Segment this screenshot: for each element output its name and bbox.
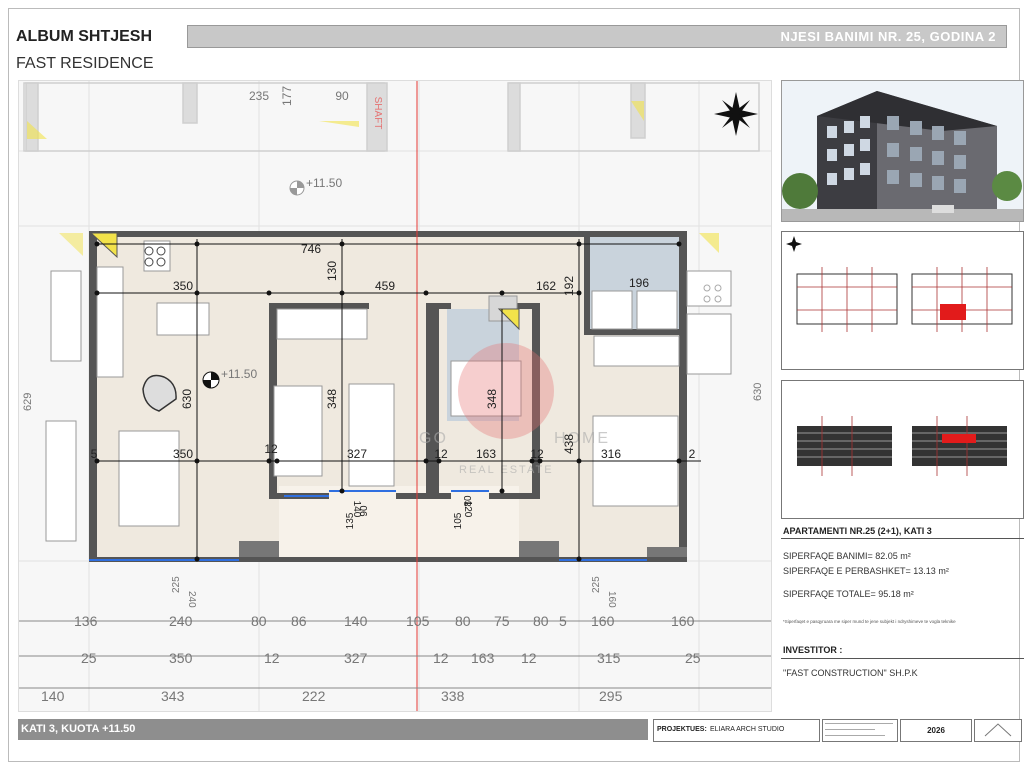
bottom-row3-2: 222 [302,688,326,704]
bottom-row3-0: 140 [41,688,65,704]
bottom-row3-1: 343 [161,688,185,704]
bottom-row2-2: 12 [264,650,280,666]
dim-348-a: 348 [325,389,339,409]
dim-350-mid: 350 [173,447,193,461]
dim-12-b: 12 [434,447,448,461]
divider [781,538,1024,539]
dim-746: 746 [301,242,321,256]
bottom-row2-0: 25 [81,650,97,666]
bottom-row2-7: 315 [597,650,621,666]
highlight-unit [940,304,966,320]
bottom-dim-225-a: 225 [171,576,182,593]
dim-2: 2 [689,447,696,461]
title-block-projektues: PROJEKTUES: ELIARA ARCH STUDIO [653,719,820,742]
dim-5: 5 [91,447,98,461]
investor-name: "FAST CONSTRUCTION" SH.P.K [783,668,918,678]
dim-327: 327 [347,447,367,461]
dim-350-top: 350 [173,279,193,293]
dim-162: 162 [536,279,556,293]
floor-label: KATI 3, KUOTA +11.50 [21,723,136,735]
dim-192: 192 [562,276,576,296]
dim-316: 316 [601,447,621,461]
upper-floor-outline [23,82,760,152]
bottom-row1-10: 160 [591,613,615,629]
unit-header-bar: NJESI BANIMI NR. 25, GODINA 2 [187,25,1007,48]
dim-348-b: 348 [485,389,499,409]
dim-130: 130 [325,261,339,281]
projektues-label: PROJEKTUES: [657,726,707,733]
unit-label: NJESI BANIMI NR. 25, GODINA 2 [780,29,996,44]
side-dim-right: 630 [752,383,764,401]
watermark-sub: REAL ESTATE [459,464,554,476]
bottom-row1-1: 240 [169,613,193,629]
bottom-row1-3: 86 [291,613,307,629]
top-dim-177: 177 [280,86,294,106]
dim-196: 196 [629,276,649,290]
dim-135: 135 [345,512,356,529]
key-plan-section [781,380,1024,519]
bottom-dim-160: 160 [606,591,617,608]
dim-459: 459 [375,279,395,293]
bottom-row3-3: 338 [441,688,465,704]
top-dim-235: 235 [249,89,269,103]
side-dim-left: 629 [22,393,34,411]
title-block-logo [974,719,1022,742]
floor-plan: 235 177 90 SHAFT +11.50 GO HOME REAL EST… [18,80,772,712]
level-symbol-main [202,371,220,389]
top-dim-90: 90 [335,89,349,103]
dim-80: 80 [463,495,474,507]
divider [781,658,1024,659]
dim-438: 438 [562,434,576,454]
building-rendering [781,80,1024,222]
highlight-floor [942,434,976,443]
dim-12-c: 12 [530,447,544,461]
level-symbol-upper [289,180,305,196]
title-block-year: 2026 [900,719,972,742]
bottom-row2-3: 327 [344,650,368,666]
bottom-row2-4: 12 [433,650,449,666]
level-upper: +11.50 [306,176,342,190]
dim-12-a: 12 [264,442,278,456]
bottom-row2-1: 350 [169,650,193,666]
bottom-row2-5: 163 [471,650,495,666]
floor-level-bar: KATI 3, KUOTA +11.50 [18,719,648,740]
area-total: SIPERFAQE TOTALE= 95.18 m² [783,589,914,599]
bottom-row3-4: 295 [599,688,623,704]
project-name: FAST RESIDENCE [16,55,154,72]
dim-90: 90 [359,505,370,517]
bottom-row2-8: 25 [685,650,701,666]
bottom-row1-2: 80 [251,613,267,629]
key-plan-floor [781,231,1024,370]
album-title: ALBUM SHTJESH [16,28,153,45]
bottom-row1-5: 105 [406,613,430,629]
bottom-row1-8: 80 [533,613,549,629]
north-arrow-icon [714,92,758,136]
level-main: +11.50 [221,367,257,381]
watermark-go: GO [419,430,448,447]
bottom-row1-11: 160 [671,613,695,629]
investor-title: INVESTITOR : [783,645,843,655]
bottom-row1-0: 136 [74,613,98,629]
bottom-row1-6: 80 [455,613,471,629]
bottom-row1-7: 75 [494,613,510,629]
bottom-dim-240: 240 [186,591,197,608]
north-arrow-small-icon [786,236,802,252]
area-living: SIPERFAQE BANIMI= 82.05 m² [783,551,911,561]
area-note: *Siperfaqet e pasqyruara me siper mund t… [783,619,956,624]
projektues-name: ELIARA ARCH STUDIO [710,726,785,733]
bottom-row1-4: 140 [344,613,368,629]
bottom-dim-225-b: 225 [591,576,602,593]
dim-163: 163 [476,447,496,461]
bottom-row1-9: 5 [559,613,567,629]
bottom-row2-6: 12 [521,650,537,666]
title-block-cell [822,719,898,742]
apartment-title: APARTAMENTI NR.25 (2+1), KATI 3 [783,526,932,536]
dim-630: 630 [180,389,194,409]
area-common: SIPERFAQE E PERBASHKET= 13.13 m² [783,566,949,576]
dim-105: 105 [453,512,464,529]
shaft-label: SHAFT [372,97,383,130]
